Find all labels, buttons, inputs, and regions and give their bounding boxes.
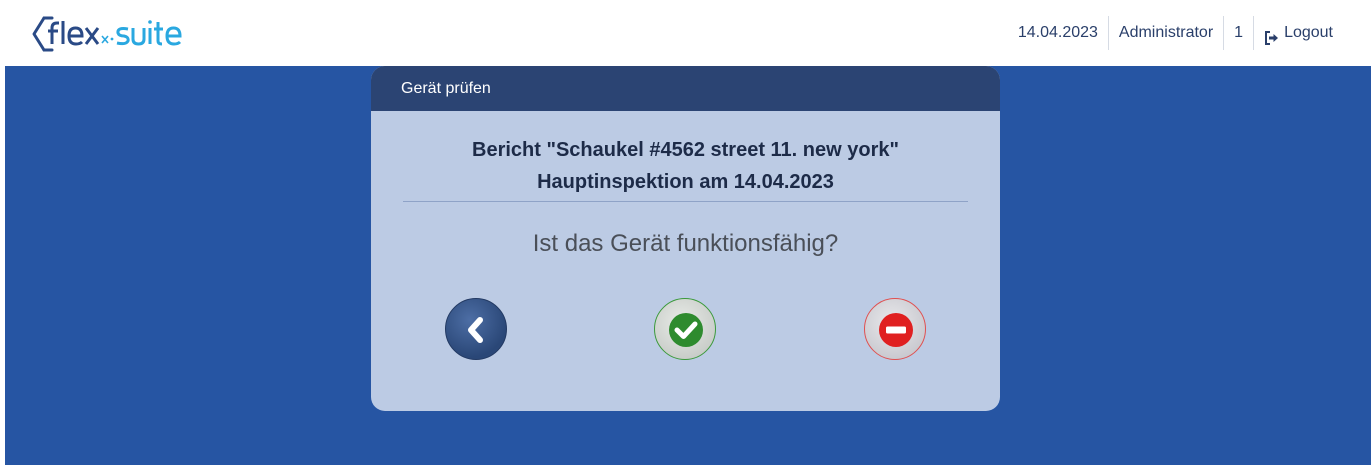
dialog-title: Gerät prüfen xyxy=(401,79,491,97)
dialog-header: Gerät prüfen xyxy=(371,66,1000,111)
logout-label: Logout xyxy=(1284,24,1333,41)
user-menu: 14.04.2023 Administrator 1 Logout xyxy=(1008,0,1343,66)
current-date: 14.04.2023 xyxy=(1017,24,1098,41)
confirm-ok-button[interactable] xyxy=(654,298,716,360)
sign-out-icon xyxy=(1264,25,1280,45)
chevron-left-icon xyxy=(468,317,483,343)
reject-button[interactable] xyxy=(864,298,926,360)
flex-suite-logo[interactable] xyxy=(30,14,210,54)
action-buttons xyxy=(371,298,1000,364)
divider xyxy=(403,201,968,202)
username[interactable]: Administrator xyxy=(1107,16,1223,50)
report-title: Bericht "Schaukel #4562 street 11. new y… xyxy=(472,139,899,161)
back-button[interactable] xyxy=(445,298,507,360)
inspection-dialog: Gerät prüfen Bericht "Schaukel #4562 str… xyxy=(371,66,1000,411)
top-bar: 14.04.2023 Administrator 1 Logout xyxy=(0,0,1371,66)
minus-circle-icon xyxy=(879,313,913,347)
inspection-subtitle: Hauptinspektion am 14.04.2023 xyxy=(537,171,834,193)
logout-button[interactable]: Logout xyxy=(1253,16,1343,50)
checkmark-icon xyxy=(669,313,703,347)
question-text: Ist das Gerät funktionsfähig? xyxy=(532,230,839,257)
notification-count[interactable]: 1 xyxy=(1223,16,1253,50)
